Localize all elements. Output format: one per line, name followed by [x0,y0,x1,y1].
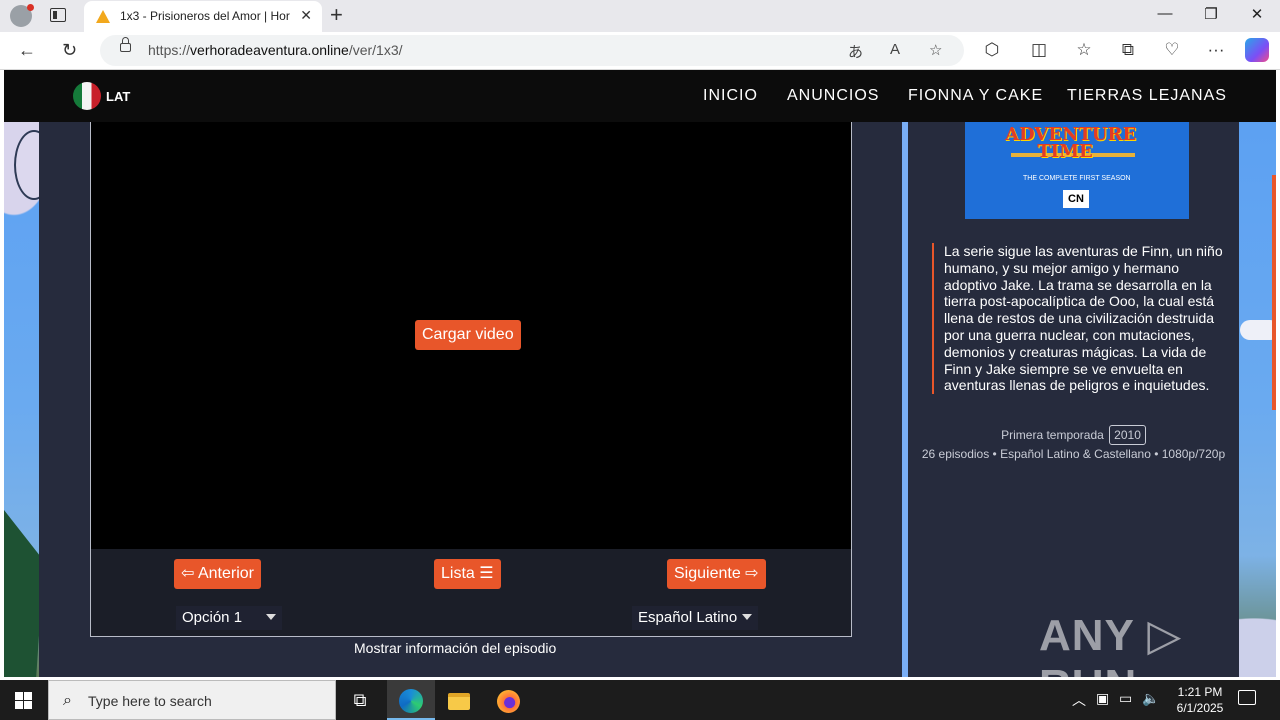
clock-time: 1:21 PM [1177,685,1223,699]
search-icon: ⌕ [63,692,72,709]
taskbar-search[interactable]: ⌕ Type here to search [48,680,336,720]
language-code[interactable]: LAT [106,89,130,104]
new-tab-icon[interactable]: + [330,2,343,28]
url-text[interactable]: https://verhoradeaventura.online/ver/1x3… [148,42,403,58]
video-player: Cargar video ⇦ Anterior Lista ☰ Siguient… [90,122,852,637]
previous-episode-button[interactable]: ⇦ Anterior [174,559,261,589]
edge-taskbar-icon[interactable] [387,680,435,720]
menu-inicio[interactable]: INICIO [703,87,758,105]
firefox-icon[interactable] [484,680,532,720]
extensions-icon[interactable]: ⬡ [980,40,1004,60]
tray-chevron-icon[interactable]: ︿ [1072,690,1086,710]
tab-title: 1x3 - Prisioneros del Amor | Hora [120,9,290,23]
server-option-select[interactable]: Opción 1 [176,606,283,630]
anyrun-watermark: ANY ▷ RUN [1039,611,1183,677]
file-explorer-icon[interactable] [435,680,483,720]
browser-tab-active[interactable]: 1x3 - Prisioneros del Amor | Hora ✕ [84,1,322,32]
copilot-icon[interactable] [1245,38,1269,62]
browser-tab-bar: 1x3 - Prisioneros del Amor | Hora ✕ + — … [0,0,1280,32]
page-scrollbar[interactable] [1272,175,1276,410]
tab-close-icon[interactable]: ✕ [300,7,312,24]
season-line: Primera temporada 2010 [908,425,1239,445]
series-synopsis: La serie sigue las aventuras de Finn, un… [932,243,1232,395]
volume-icon[interactable]: 🔈 [1142,690,1159,707]
browser-essentials-icon[interactable]: ♡ [1160,40,1184,60]
poster-title: ADVENTURE TIME [1005,124,1137,162]
search-placeholder: Type here to search [88,693,212,709]
network-icon[interactable]: ▭ [1119,690,1132,707]
site-favicon-icon [96,10,110,23]
poster-subtitle: THE COMPLETE FIRST SEASON [1023,175,1131,182]
tab-actions-icon[interactable] [50,8,66,22]
menu-fionna-y-cake[interactable]: FIONNA Y CAKE [908,87,1043,105]
mexico-flag-icon[interactable] [73,82,101,110]
background-cloud [1240,320,1276,340]
collections-icon[interactable]: ⧉ [1116,40,1140,60]
tray-device-icon[interactable]: ▣ [1096,690,1109,707]
series-poster: ADVENTURE TIME THE COMPLETE FIRST SEASON… [965,122,1189,219]
restore-icon[interactable]: ❐ [1188,5,1234,23]
sidebar: ADVENTURE TIME THE COMPLETE FIRST SEASON… [902,122,1239,677]
chevron-down-icon [742,614,753,620]
episode-info-toggle[interactable]: Mostrar información del episodio [354,640,556,656]
page-viewport: LAT INICIO ANUNCIOS FIONNA Y CAKE TIERRA… [4,70,1276,677]
profile-avatar-icon[interactable] [10,4,34,27]
menu-anuncios[interactable]: ANUNCIOS [787,87,879,105]
language-select[interactable]: Español Latino [632,606,759,630]
more-menu-icon[interactable]: ··· [1204,40,1228,60]
main-content: Cargar video ⇦ Anterior Lista ☰ Siguient… [39,122,902,677]
series-meta: 26 episodios • Español Latino & Castella… [921,447,1226,461]
windows-taskbar: ⌕ Type here to search ⧉ ︿ ▣ ▭ 🔈 1:21 PM … [0,680,1280,720]
cartoon-network-logo: CN [1063,190,1089,208]
clock-date: 6/1/2025 [1176,701,1224,715]
favorite-star-icon[interactable]: ☆ [929,41,942,59]
minimize-icon[interactable]: — [1142,5,1188,22]
split-screen-icon[interactable]: ◫ [1027,40,1051,60]
read-aloud-icon[interactable]: A [890,41,900,58]
address-bar[interactable]: https://verhoradeaventura.online/ver/1x3… [100,35,964,66]
site-header: LAT INICIO ANUNCIOS FIONNA Y CAKE TIERRA… [4,70,1276,122]
taskbar-clock[interactable]: 1:21 PM 6/1/2025 [1160,684,1240,716]
episode-list-button[interactable]: Lista ☰ [434,559,501,589]
menu-tierras-lejanas[interactable]: TIERRAS LEJANAS [1067,87,1227,105]
translate-icon[interactable]: あ [848,41,863,62]
chevron-down-icon [266,614,277,620]
back-icon[interactable]: ← [18,40,36,61]
load-video-button[interactable]: Cargar video [415,320,521,350]
window-close-icon[interactable]: ✕ [1234,5,1280,23]
year-badge: 2010 [1109,425,1146,445]
favorites-icon[interactable]: ☆ [1072,40,1096,60]
video-area[interactable]: Cargar video [91,122,851,549]
address-toolbar: ← ↻ https://verhoradeaventura.online/ver… [0,32,1280,70]
task-view-icon[interactable]: ⧉ [336,680,384,720]
next-episode-button[interactable]: Siguiente ⇨ [667,559,766,589]
notifications-icon[interactable] [1238,690,1256,705]
windows-start-icon[interactable] [15,692,32,709]
refresh-icon[interactable]: ↻ [62,40,77,61]
lock-icon[interactable] [120,37,131,52]
